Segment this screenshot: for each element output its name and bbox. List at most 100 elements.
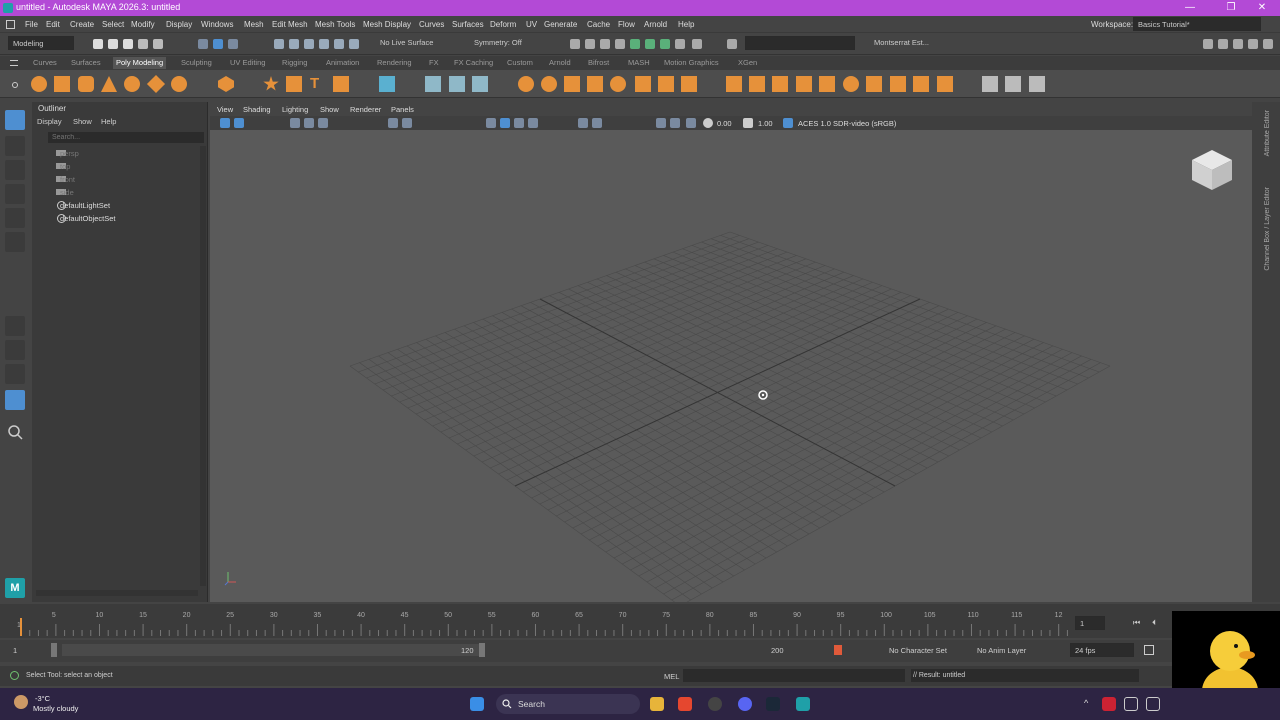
minimize-button[interactable]: — — [1172, 0, 1208, 16]
outliner-menu-show[interactable]: Show — [73, 117, 92, 126]
end-time-field[interactable]: 200 — [771, 646, 784, 655]
outliner-item-top[interactable]: top — [60, 162, 70, 171]
poly-disc-icon[interactable] — [171, 76, 187, 92]
viewport-menu-shading[interactable]: Shading — [243, 105, 271, 114]
menu-edit[interactable]: Edit — [46, 20, 60, 29]
new-scene-icon[interactable] — [93, 39, 103, 49]
view-transform-select[interactable]: ACES 1.0 SDR-video (sRGB) — [798, 119, 896, 128]
shelf-tab-rendering[interactable]: Rendering — [377, 58, 412, 67]
poly-cone-icon[interactable] — [101, 76, 117, 92]
search-tool-icon[interactable] — [5, 422, 25, 442]
menu-mesh-display[interactable]: Mesh Display — [363, 20, 411, 29]
viewport-menu-panels[interactable]: Panels — [391, 105, 414, 114]
single-perspective-layout-icon[interactable] — [5, 316, 25, 336]
workspace-select[interactable]: Basics Tutorial* — [1133, 17, 1261, 31]
light-editor-icon[interactable] — [675, 39, 685, 49]
undo-icon[interactable] — [138, 39, 148, 49]
snap-point-icon[interactable] — [304, 39, 314, 49]
taskbar-search-box[interactable]: Search — [496, 694, 640, 714]
camera-attributes-icon[interactable] — [234, 118, 244, 128]
home-icon[interactable] — [6, 20, 15, 29]
resolution-gate-icon[interactable] — [304, 118, 314, 128]
shelf-tab-animation[interactable]: Animation — [326, 58, 359, 67]
menu-flow[interactable]: Flow — [618, 20, 635, 29]
outliner-item-side[interactable]: side — [60, 188, 74, 197]
wifi-icon[interactable] — [1124, 697, 1138, 711]
paint-select-tool-icon[interactable] — [5, 160, 25, 180]
shelf-tab-motion-graphics[interactable]: Motion Graphics — [664, 58, 719, 67]
shelf-tab-surfaces[interactable]: Surfaces — [71, 58, 101, 67]
select-camera-icon[interactable] — [220, 118, 230, 128]
boolean-union-icon[interactable] — [518, 76, 534, 92]
outliner-item-persp[interactable]: persp — [60, 149, 79, 158]
shelf-tab-curves[interactable]: Curves — [33, 58, 57, 67]
gate-mask-icon[interactable] — [318, 118, 328, 128]
menu-windows[interactable]: Windows — [201, 20, 233, 29]
select-tool-icon[interactable] — [5, 110, 25, 130]
poly-torus-icon[interactable] — [124, 76, 140, 92]
grid-toggle-icon[interactable] — [388, 118, 398, 128]
poly-sphere-icon[interactable] — [31, 76, 47, 92]
open-scene-icon[interactable] — [108, 39, 118, 49]
scale-tool-icon[interactable] — [5, 232, 25, 252]
arnold-render-view-icon[interactable] — [645, 39, 655, 49]
shelf-tab-sculpting[interactable]: Sculpting — [181, 58, 212, 67]
move-tool-icon[interactable] — [5, 184, 25, 204]
quad-draw-icon[interactable] — [937, 76, 953, 92]
circularize-icon[interactable] — [843, 76, 859, 92]
menu-select[interactable]: Select — [102, 20, 124, 29]
outliner-item-default-object-set[interactable]: defaultObjectSet — [60, 214, 115, 223]
open-uv-editor-icon[interactable] — [379, 76, 395, 92]
hud-toggle-icon[interactable] — [670, 118, 680, 128]
gamma-value[interactable]: 1.00 — [758, 119, 773, 128]
menu-modify[interactable]: Modify — [131, 20, 155, 29]
shelf-tab-custom[interactable]: Custom — [507, 58, 533, 67]
fill-hole-icon[interactable] — [658, 76, 674, 92]
snap-pivot-icon[interactable] — [349, 39, 359, 49]
playback-end-field[interactable]: 120 — [461, 646, 474, 655]
bridge-icon[interactable] — [587, 76, 603, 92]
character-controls-icon[interactable] — [1218, 39, 1228, 49]
current-frame-field[interactable]: 1 — [1075, 616, 1105, 630]
super-shape-icon[interactable] — [263, 76, 279, 91]
combine-icon[interactable] — [425, 76, 441, 92]
extrude-icon[interactable] — [564, 76, 580, 92]
shelf-tab-arnold[interactable]: Arnold — [549, 58, 571, 67]
connect-icon[interactable] — [913, 76, 929, 92]
mirror-icon[interactable] — [1005, 76, 1021, 92]
poly-plane-icon[interactable] — [146, 74, 166, 94]
insert-edge-loop-icon[interactable] — [749, 76, 765, 92]
tray-overflow-icon[interactable]: ^ — [1084, 698, 1088, 708]
outliner-horizontal-scrollbar[interactable] — [36, 590, 198, 596]
start-time-field[interactable]: 1 — [13, 646, 17, 655]
maya-home-logo[interactable]: M — [5, 578, 25, 598]
range-start-handle[interactable] — [51, 643, 57, 657]
brave-browser-icon[interactable] — [678, 697, 692, 711]
channel-box-tab[interactable]: Channel Box / Layer Editor — [1264, 187, 1271, 271]
menu-curves[interactable]: Curves — [419, 20, 444, 29]
poly-cylinder-icon[interactable] — [78, 76, 94, 92]
sweep-mesh-icon[interactable] — [286, 76, 302, 92]
outliner-menu-help[interactable]: Help — [101, 117, 116, 126]
loop-playback-icon[interactable] — [1144, 645, 1154, 655]
shelf-tab-fx[interactable]: FX — [429, 58, 439, 67]
view-cube[interactable] — [1190, 148, 1234, 192]
shelf-tab-rigging[interactable]: Rigging — [282, 58, 307, 67]
tool-settings-toggle-icon[interactable] — [1248, 39, 1258, 49]
time-slider[interactable]: 1 5 10 15 20 25 30 35 40 45 50 55 60 65 70 75 80 85 90 95 10… — [0, 604, 1280, 638]
menu-file[interactable]: File — [25, 20, 38, 29]
github-icon[interactable] — [708, 697, 722, 711]
steam-icon[interactable] — [766, 697, 780, 711]
append-to-polygon-icon[interactable] — [635, 76, 651, 92]
shelf-tab-fx-caching[interactable]: FX Caching — [454, 58, 493, 67]
shadows-icon[interactable] — [528, 118, 538, 128]
type-tool-icon[interactable]: T — [310, 76, 326, 92]
offset-edge-loop-icon[interactable] — [772, 76, 788, 92]
render-view-icon[interactable] — [570, 39, 580, 49]
weather-icon[interactable] — [14, 695, 28, 709]
step-back-icon[interactable]: ⏴ — [1152, 618, 1156, 628]
viewport-menu-show[interactable]: Show — [320, 105, 339, 114]
ipr-render-icon[interactable] — [600, 39, 610, 49]
go-to-start-icon[interactable]: ⏮ — [1133, 618, 1140, 628]
input-field-mode-icon[interactable] — [727, 39, 737, 49]
